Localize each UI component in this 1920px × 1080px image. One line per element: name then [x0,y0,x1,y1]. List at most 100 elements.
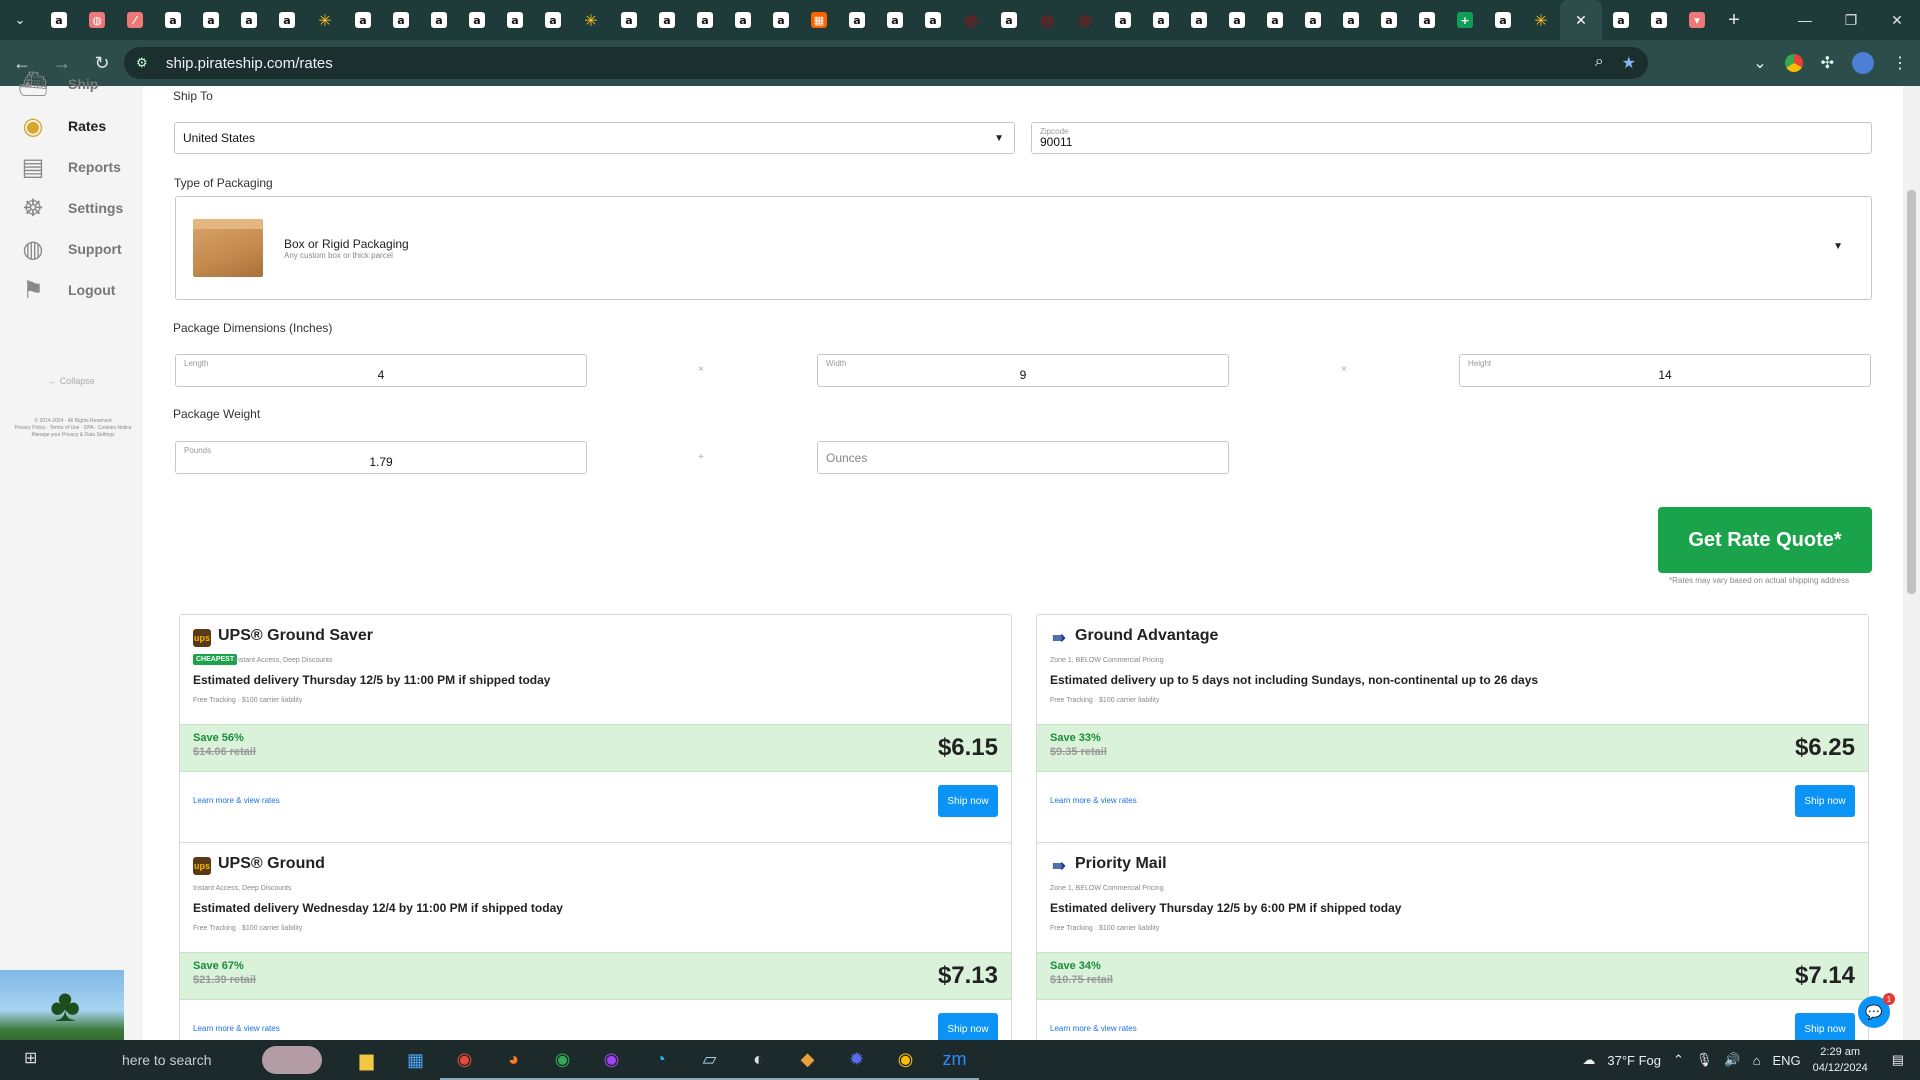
tray-overflow-icon[interactable]: ⌃ [1673,1052,1684,1068]
browser-menu-icon[interactable]: ⋮ [1892,53,1908,73]
chrome-icon[interactable]: ◉ [440,1040,489,1080]
browser-tab[interactable]: a [1332,0,1370,40]
restore-button[interactable]: ❐ [1828,0,1874,40]
notepad-icon[interactable]: ▱ [685,1040,734,1080]
browser-tab[interactable]: ✳ [572,0,610,40]
language-indicator[interactable]: ENG [1772,1053,1800,1068]
browser-tab[interactable]: a [154,0,192,40]
learn-more-link[interactable]: Learn more & view rates [1050,1024,1137,1033]
store-icon[interactable]: ▦ [391,1040,440,1080]
network-icon[interactable]: ⌂ [1753,1053,1761,1068]
chrome-active-icon[interactable]: ◉ [881,1040,930,1080]
sidebar-item-support[interactable]: ◍ Support [14,229,122,269]
browser-tab[interactable]: a [914,0,952,40]
browser-tab[interactable]: a [382,0,420,40]
packaging-select[interactable]: Box or Rigid Packaging Any custom box or… [175,196,1872,300]
browser-tab[interactable]: a [1142,0,1180,40]
learn-more-link[interactable]: Learn more & view rates [193,1024,280,1033]
app2-icon[interactable]: ◆ [783,1040,832,1080]
scrollbar-thumb[interactable] [1907,190,1916,594]
app-icon[interactable]: ◐ [734,1040,783,1080]
bookmark-star-icon[interactable]: ★ [1622,53,1636,73]
browser-tab[interactable]: ◍ [78,0,116,40]
close-window-button[interactable]: ✕ [1874,0,1920,40]
browser-tab[interactable]: a [1180,0,1218,40]
browser-tab[interactable]: ◎ [952,0,990,40]
taskbar-search[interactable]: ⊞ here to search [0,1040,330,1080]
browser-tab[interactable]: ▦ [800,0,838,40]
browser-tab[interactable]: a [1370,0,1408,40]
sidebar-item-reports[interactable]: ▤ Reports [14,147,121,187]
browser-tab[interactable]: a [610,0,648,40]
chrome-profile-icon[interactable]: ◉ [538,1040,587,1080]
browser-tab[interactable]: a [1104,0,1142,40]
browser-tab[interactable]: a [648,0,686,40]
browser-tab[interactable]: a [496,0,534,40]
pounds-field[interactable]: Pounds 1.79 [175,441,587,474]
notifications-icon[interactable]: ▤ [1892,1052,1904,1068]
browser-tab[interactable]: ◎ [1066,0,1104,40]
extensions-puzzle-icon[interactable]: ✣ [1821,53,1834,73]
sidebar-item-rates[interactable]: ◉ Rates [14,106,107,146]
ship-now-button[interactable]: Ship now [1795,785,1855,817]
browser-tab[interactable]: ▾ [1678,0,1716,40]
new-tab-button[interactable]: + [1716,9,1752,32]
start-button[interactable]: ⊞ [24,1048,37,1068]
browser-tab[interactable]: a [192,0,230,40]
browser-tab[interactable]: a [1408,0,1446,40]
close-tab-icon[interactable]: ✕ [1575,12,1587,29]
length-field[interactable]: Length 4 [175,354,587,387]
sidebar-item-settings[interactable]: ☸ Settings [14,188,123,228]
browser-tab[interactable]: a [420,0,458,40]
learn-more-link[interactable]: Learn more & view rates [1050,796,1137,805]
app3-icon[interactable]: ✹ [832,1040,881,1080]
tab-search-button[interactable]: ⌄ [0,0,40,40]
browser-tab[interactable]: a [762,0,800,40]
zoom-icon[interactable]: ⌕ [1595,53,1604,73]
browser-tab[interactable]: a [1256,0,1294,40]
privacy-settings-link[interactable]: Manage your Privacy & Data Settings [8,432,138,439]
browser-tab[interactable]: a [990,0,1028,40]
chrome-profile2-icon[interactable]: ◉ [587,1040,636,1080]
weather-icon[interactable]: ☁ [1582,1052,1595,1068]
extension-icon[interactable] [1784,54,1803,72]
downloads-icon[interactable]: ⌄ [1753,53,1766,73]
sidebar-item-ship[interactable]: ⛴ Ship [14,64,99,104]
clock[interactable]: 2:29 am 04/12/2024 [1813,1044,1868,1076]
browser-tab[interactable]: a [876,0,914,40]
minimize-button[interactable]: — [1782,0,1828,40]
browser-tab[interactable]: a [344,0,382,40]
ounces-field[interactable]: Ounces [817,441,1229,474]
browser-tab[interactable]: a [724,0,762,40]
browser-tab[interactable]: + [1446,0,1484,40]
browser-tab[interactable]: a [1640,0,1678,40]
legal-link-row[interactable]: Privacy Policy · Terms of Use · DPA · Co… [8,425,138,432]
browser-tab[interactable]: a [686,0,724,40]
browser-tab[interactable]: ✳ [306,0,344,40]
file-explorer-icon[interactable]: ▆ [342,1040,391,1080]
browser-tab[interactable]: a [838,0,876,40]
zoom-icon[interactable]: zm [930,1040,979,1080]
browser-tab[interactable]: ◎ [1028,0,1066,40]
browser-tab[interactable]: a [268,0,306,40]
active-tab[interactable]: ✕ [1560,0,1602,40]
ship-now-button[interactable]: Ship now [938,785,998,817]
volume-icon[interactable]: 🔊 [1724,1052,1740,1068]
browser-tab[interactable]: a [40,0,78,40]
browser-tab[interactable]: a [230,0,268,40]
collapse-button[interactable]: ← Collapse [0,376,143,386]
browser-tab[interactable]: a [458,0,496,40]
site-info-icon[interactable]: ⚙ [136,55,156,71]
weather-text[interactable]: 37°F Fog [1607,1053,1661,1068]
browser-tab[interactable]: a [1484,0,1522,40]
width-field[interactable]: Width 9 [817,354,1229,387]
country-select[interactable]: United States ▼ [174,122,1015,154]
browser-tab[interactable]: a [534,0,572,40]
height-field[interactable]: Height 14 [1459,354,1871,387]
browser-tab[interactable]: ✳ [1522,0,1560,40]
learn-more-link[interactable]: Learn more & view rates [193,796,280,805]
browser-tab[interactable]: ⁄ [116,0,154,40]
browser-tab[interactable]: a [1602,0,1640,40]
browser-tab[interactable]: a [1294,0,1332,40]
page-scrollbar[interactable] [1903,86,1920,1040]
